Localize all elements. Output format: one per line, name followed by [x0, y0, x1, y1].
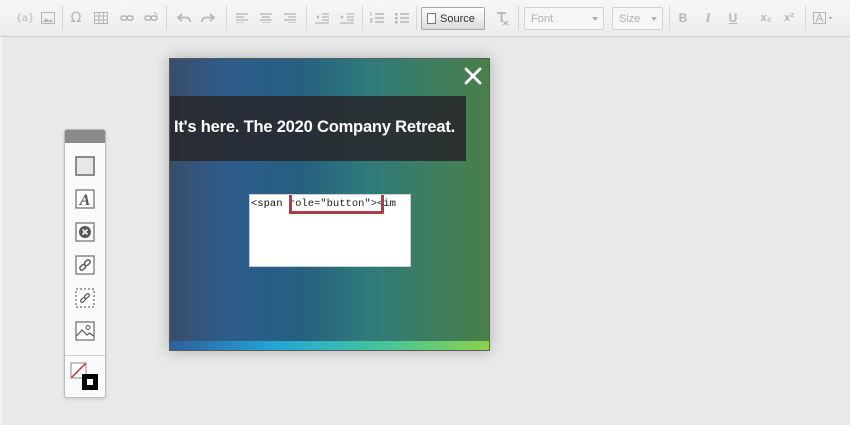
dashed-link-tool-button[interactable]: [74, 287, 96, 309]
underline-button[interactable]: U: [723, 8, 743, 28]
banner-close-button[interactable]: [463, 66, 483, 86]
align-right-icon: [284, 13, 296, 23]
source-button-label: Source: [440, 12, 475, 25]
toolbar-separator: [166, 6, 167, 30]
image-tool-button[interactable]: [74, 320, 96, 342]
indent-icon: [340, 12, 354, 24]
text-tool-icon: A: [75, 189, 95, 209]
numbered-list-icon: [370, 12, 384, 23]
chevron-down-icon: [592, 17, 598, 21]
undo-icon: [177, 13, 191, 23]
link-tool-button[interactable]: [74, 254, 96, 276]
role-attribute-highlight: [289, 195, 384, 214]
tool-palette: A: [64, 129, 106, 398]
toolbar-separator: [669, 6, 670, 30]
image-tool-icon: [75, 321, 95, 341]
toolbar-separator: [518, 6, 519, 30]
bold-button[interactable]: B: [673, 8, 693, 28]
box-tool-button[interactable]: [74, 155, 96, 177]
link-icon: [120, 15, 134, 21]
source-button[interactable]: Source: [421, 7, 485, 30]
banner-bottom-stripe: [170, 341, 489, 350]
undo-button[interactable]: [174, 8, 194, 28]
special-char-icon: Ω: [70, 10, 82, 26]
close-button-tool-button[interactable]: [74, 221, 96, 243]
headline-box[interactable]: It's here. The 2020 Company Retreat.: [170, 96, 466, 161]
color-swatch-icon: [70, 362, 98, 390]
close-button-tool-icon: [75, 222, 95, 242]
chevron-down-icon: [651, 17, 657, 21]
bulleted-list-button[interactable]: [392, 8, 412, 28]
align-center-button[interactable]: [256, 8, 276, 28]
palette-drag-handle[interactable]: [65, 130, 105, 143]
insert-link-button[interactable]: [117, 8, 137, 28]
bulleted-list-icon: [395, 13, 409, 24]
size-select[interactable]: Size: [612, 7, 663, 30]
unlink-button[interactable]: [141, 8, 161, 28]
indent-button[interactable]: [337, 8, 357, 28]
insert-image-button[interactable]: [38, 8, 58, 28]
align-center-icon: [260, 13, 272, 23]
template-variable-button[interactable]: {a}: [15, 8, 35, 28]
redo-icon: [201, 13, 215, 23]
align-left-button[interactable]: [232, 8, 252, 28]
font-select-value: Font: [531, 13, 554, 25]
left-margin-guide: [0, 37, 2, 425]
svg-text:A: A: [79, 192, 91, 209]
banner-headline: It's here. The 2020 Company Retreat.: [174, 118, 455, 136]
font-select[interactable]: Font: [524, 7, 604, 30]
special-character-button[interactable]: Ω: [66, 8, 86, 28]
source-code-box[interactable]: <span role="button"><im: [249, 194, 411, 267]
toolbar-separator: [306, 6, 307, 30]
color-swatch-button[interactable]: [70, 362, 100, 392]
toolbar-separator: [362, 6, 363, 30]
size-select-value: Size: [619, 13, 641, 25]
numbered-list-button[interactable]: [367, 8, 387, 28]
palette-divider: [65, 355, 105, 356]
toolbar-separator: [805, 6, 806, 30]
clear-format-icon: [497, 11, 509, 25]
redo-button[interactable]: [198, 8, 218, 28]
toolbar-separator: [62, 6, 63, 30]
toolbar-separator: [416, 6, 417, 30]
close-icon: [464, 67, 482, 85]
link-tool-icon: [75, 255, 95, 275]
clear-format-button[interactable]: [492, 8, 512, 28]
editor-toolbar: {a} Ω Source Font Size B I U x₂ x²: [0, 0, 850, 37]
text-color-icon: [813, 12, 832, 24]
unlink-icon: [144, 12, 158, 21]
align-left-icon: [236, 13, 248, 23]
superscript-button[interactable]: x²: [779, 8, 799, 28]
image-icon: [41, 12, 55, 24]
template-icon: {a}: [15, 12, 35, 24]
align-right-button[interactable]: [280, 8, 300, 28]
outdent-button[interactable]: [312, 8, 332, 28]
toolbar-separator: [226, 6, 227, 30]
table-icon: [94, 12, 108, 24]
banner-canvas[interactable]: It's here. The 2020 Company Retreat. <sp…: [169, 58, 490, 351]
text-tool-button[interactable]: A: [74, 188, 96, 210]
insert-table-button[interactable]: [91, 8, 111, 28]
dashed-link-tool-icon: [75, 288, 95, 308]
italic-button[interactable]: I: [698, 8, 718, 28]
source-icon: [427, 13, 436, 24]
outdent-icon: [315, 12, 329, 24]
text-color-button[interactable]: [812, 8, 838, 28]
box-tool-icon: [75, 156, 95, 176]
subscript-button[interactable]: x₂: [756, 8, 776, 28]
